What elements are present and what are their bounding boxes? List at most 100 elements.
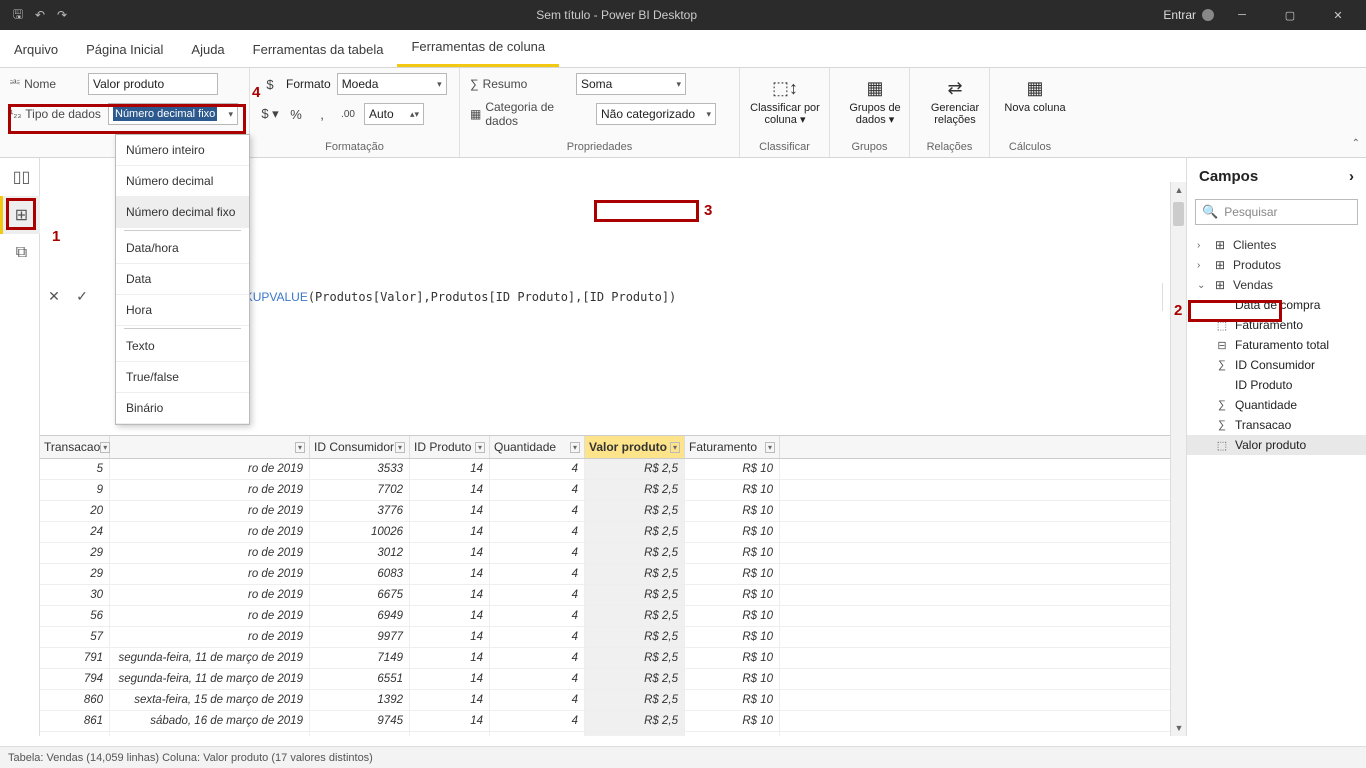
formula-cancel-button[interactable]: ✕: [40, 283, 68, 311]
col-data-compra[interactable]: ▾: [110, 436, 310, 458]
currency-button[interactable]: $ ▾: [260, 103, 280, 125]
field-valor-produto[interactable]: ⬚Valor produto: [1187, 435, 1366, 455]
thousands-button[interactable]: ,: [312, 103, 332, 125]
field-faturamento-total[interactable]: ⊟Faturamento total: [1187, 335, 1366, 355]
table-row[interactable]: 20ro de 20193776144R$ 2,5R$ 10: [40, 501, 1186, 522]
cell-transacao: 56: [40, 606, 110, 626]
formato-select[interactable]: Moeda▾: [337, 73, 447, 95]
filter-icon[interactable]: ▾: [475, 442, 485, 453]
field-quantidade[interactable]: ∑Quantidade: [1187, 395, 1366, 415]
table-row[interactable]: 29ro de 20196083144R$ 2,5R$ 10: [40, 564, 1186, 585]
table-row[interactable]: 860sexta-feira, 15 de março de 201913921…: [40, 690, 1186, 711]
table-row[interactable]: 9ro de 20197702144R$ 2,5R$ 10: [40, 480, 1186, 501]
grupos-button[interactable]: ▦ Grupos de dados ▾: [840, 72, 910, 126]
cell-transacao: 5: [40, 459, 110, 479]
minimize-button[interactable]: ─: [1222, 0, 1262, 30]
table-row[interactable]: 30ro de 20196675144R$ 2,5R$ 10: [40, 585, 1186, 606]
table-row[interactable]: 861sábado, 16 de março de 20199745144R$ …: [40, 711, 1186, 732]
filter-icon[interactable]: ▾: [765, 442, 775, 453]
table-produtos[interactable]: ›⊞Produtos: [1187, 255, 1366, 275]
tab-ferramentas-tabela[interactable]: Ferramentas da tabela: [239, 32, 398, 67]
cell-quantidade: 4: [490, 564, 585, 584]
filter-icon[interactable]: ▾: [295, 442, 305, 453]
formula-commit-button[interactable]: ✓: [68, 283, 96, 311]
scroll-down-icon[interactable]: ▼: [1171, 720, 1186, 736]
undo-icon[interactable]: ↶: [32, 7, 48, 23]
field-transacao[interactable]: ∑Transacao: [1187, 415, 1366, 435]
tipo-dados-dropdown: Número inteiro Número decimal Número dec…: [115, 134, 250, 425]
field-faturamento[interactable]: ⬚Faturamento: [1187, 315, 1366, 335]
table-row[interactable]: 24ro de 201910026144R$ 2,5R$ 10: [40, 522, 1186, 543]
fields-search-input[interactable]: 🔍Pesquisar: [1195, 199, 1358, 225]
signin-button[interactable]: Entrar: [1163, 8, 1214, 22]
dd-data[interactable]: Data: [116, 264, 249, 295]
maximize-button[interactable]: ▢: [1270, 0, 1310, 30]
col-id-consumidor[interactable]: ID Consumidor▾: [310, 436, 410, 458]
col-quantidade[interactable]: Quantidade▾: [490, 436, 585, 458]
field-id-consumidor[interactable]: ∑ID Consumidor: [1187, 355, 1366, 375]
cell-id-produto: 14: [410, 669, 490, 689]
save-icon[interactable]: 🖫: [10, 7, 26, 23]
resumo-select[interactable]: Soma▾: [576, 73, 686, 95]
currency-format-icon[interactable]: $: [260, 73, 280, 95]
cell-quantidade: 4: [490, 627, 585, 647]
col-id-produto[interactable]: ID Produto▾: [410, 436, 490, 458]
table-clientes[interactable]: ›⊞Clientes: [1187, 235, 1366, 255]
table-row[interactable]: 56ro de 20196949144R$ 2,5R$ 10: [40, 606, 1186, 627]
relacoes-button[interactable]: ⇄ Gerenciar relações: [920, 72, 990, 126]
tab-ferramentas-coluna[interactable]: Ferramentas de coluna: [397, 29, 559, 67]
filter-icon[interactable]: ▾: [100, 442, 110, 453]
report-view-button[interactable]: ▯▯: [0, 158, 40, 196]
categoria-select[interactable]: Não categorizado▾: [596, 103, 716, 125]
nova-coluna-button[interactable]: ▦ Nova coluna: [1000, 72, 1070, 114]
annotation-number-1: 1: [52, 228, 60, 245]
filter-icon[interactable]: ▾: [395, 442, 405, 453]
field-id-produto[interactable]: ID Produto: [1187, 375, 1366, 395]
scroll-thumb[interactable]: [1173, 202, 1184, 226]
redo-icon[interactable]: ↷: [54, 7, 70, 23]
dd-texto[interactable]: Texto: [116, 331, 249, 362]
dd-true-false[interactable]: True/false: [116, 362, 249, 393]
table-row[interactable]: 794segunda-feira, 11 de março de 2019655…: [40, 669, 1186, 690]
col-faturamento[interactable]: Faturamento▾: [685, 436, 780, 458]
data-view-button[interactable]: ⊞: [0, 196, 40, 234]
table-row[interactable]: 29ro de 20193012144R$ 2,5R$ 10: [40, 543, 1186, 564]
table-row[interactable]: 866sábado, 16 de março de 20199703144R$ …: [40, 732, 1186, 736]
dd-numero-decimal-fixo[interactable]: Número decimal fixo: [116, 197, 249, 228]
decimals-button[interactable]: .00: [338, 103, 358, 125]
percent-button[interactable]: %: [286, 103, 306, 125]
menu-arquivo[interactable]: Arquivo: [0, 32, 72, 67]
menu-pagina-inicial[interactable]: Página Inicial: [72, 32, 177, 67]
table-row[interactable]: 57ro de 20199977144R$ 2,5R$ 10: [40, 627, 1186, 648]
close-button[interactable]: ✕: [1318, 0, 1358, 30]
table-row[interactable]: 5ro de 20193533144R$ 2,5R$ 10: [40, 459, 1186, 480]
table-row[interactable]: 791segunda-feira, 11 de março de 2019714…: [40, 648, 1186, 669]
chevron-down-icon: ▾: [676, 79, 681, 90]
group-formatacao-label: Formatação: [260, 141, 449, 155]
chevron-right-icon[interactable]: ›: [1349, 168, 1354, 185]
filter-icon[interactable]: ▾: [570, 442, 580, 453]
col-valor-produto[interactable]: Valor produto▾: [585, 436, 685, 458]
classificar-button[interactable]: ⬚↕ Classificar por coluna ▾: [750, 72, 820, 126]
dd-numero-inteiro[interactable]: Número inteiro: [116, 135, 249, 166]
filter-icon[interactable]: ▾: [670, 442, 680, 453]
tipo-dados-select[interactable]: Número decimal fixo▾: [108, 103, 238, 125]
formula-input[interactable]: OKUPVALUE(Produtos[Valor],Produtos[ID Pr…: [96, 290, 1162, 304]
field-data-compra[interactable]: Data de compra: [1187, 295, 1366, 315]
model-view-button[interactable]: ⧉: [0, 234, 40, 272]
col-transacao[interactable]: Transacao▾: [40, 436, 110, 458]
menu-ajuda[interactable]: Ajuda: [177, 32, 238, 67]
dd-numero-decimal[interactable]: Número decimal: [116, 166, 249, 197]
dd-hora[interactable]: Hora: [116, 295, 249, 326]
dd-data-hora[interactable]: Data/hora: [116, 233, 249, 264]
vertical-scrollbar[interactable]: ▲ ▼: [1170, 182, 1186, 736]
scroll-up-icon[interactable]: ▲: [1171, 182, 1186, 198]
collapse-ribbon-icon[interactable]: ⌃: [1352, 138, 1360, 149]
cell-id-produto: 14: [410, 711, 490, 731]
nome-input[interactable]: Valor produto: [88, 73, 218, 95]
decimals-input[interactable]: Auto▴▾: [364, 103, 424, 125]
cell-id-consumidor: 3533: [310, 459, 410, 479]
cell-transacao: 866: [40, 732, 110, 736]
dd-binario[interactable]: Binário: [116, 393, 249, 424]
table-vendas[interactable]: ⌄⊞Vendas: [1187, 275, 1366, 295]
